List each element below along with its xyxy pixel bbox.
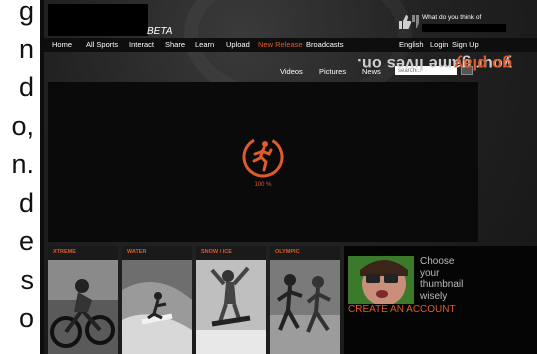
category-xtreme[interactable]: XTREME — [48, 246, 118, 354]
feedback-field[interactable] — [422, 24, 506, 32]
category-snow-ice[interactable]: SNOW / ICE — [196, 246, 266, 354]
surfer-photo — [122, 260, 192, 354]
text-fragment: g — [18, 0, 34, 26]
create-account-link[interactable]: CREATE AN ACCOUNT — [348, 304, 456, 315]
text-fragment: o — [18, 303, 34, 333]
biker-photo — [48, 260, 118, 354]
nav-login[interactable]: Login — [430, 40, 448, 49]
nav-all-sports[interactable]: All Sports — [86, 40, 118, 49]
category-olympic[interactable]: OLYMPIC — [270, 246, 340, 354]
feedback-label: What do you think of — [422, 14, 482, 21]
choose-thumbnail-text: Choose your thumbnail wisely — [420, 256, 464, 302]
thumbs-up-down-icon[interactable] — [398, 14, 420, 30]
text-fragment: d — [18, 188, 34, 218]
nav-upload[interactable]: Upload — [226, 40, 250, 49]
nav-interact[interactable]: Interact — [129, 40, 154, 49]
text-fragment: d — [18, 72, 34, 102]
main-nav: Home All Sports Interact Share Learn Upl… — [44, 38, 537, 52]
loading-percent: 100 % — [254, 182, 272, 188]
nav-new-release[interactable]: New Release — [258, 40, 303, 49]
text-fragment: s — [20, 265, 35, 295]
nav-sign-up[interactable]: Sign Up — [452, 40, 479, 49]
category-water[interactable]: WATER — [122, 246, 192, 354]
text-fragment: n. — [11, 149, 34, 179]
category-label: XTREME — [48, 246, 118, 260]
beta-label: BETA — [147, 26, 173, 37]
category-label: SNOW / ICE — [196, 246, 266, 260]
nav-home[interactable]: Home — [52, 40, 72, 49]
text-fragment: o, — [11, 111, 34, 141]
page-text-strip: g n d o, n. d e s o — [0, 0, 40, 354]
site-logo[interactable] — [48, 4, 148, 36]
tagline-accent: go play — [453, 55, 512, 72]
nav-english[interactable]: English — [399, 40, 424, 49]
subnav-videos[interactable]: Videos — [280, 67, 303, 76]
category-tiles: XTREME WATER SNOW / ICE OLYMPIC — [48, 246, 340, 354]
subnav-pictures[interactable]: Pictures — [319, 67, 346, 76]
text-fragment: e — [18, 226, 34, 256]
nav-learn[interactable]: Learn — [195, 40, 214, 49]
category-label: OLYMPIC — [270, 246, 340, 260]
nav-share[interactable]: Share — [165, 40, 185, 49]
thumbnail-avatar-photo[interactable] — [348, 256, 414, 304]
site-frame: BETA What do you think of Home All Sport… — [44, 0, 537, 354]
text-fragment: n — [18, 34, 34, 64]
loading-runner-icon — [242, 136, 284, 178]
snowboarder-photo — [196, 260, 266, 354]
runners-photo — [270, 260, 340, 354]
account-promo: Choose your thumbnail wisely CREATE AN A… — [344, 246, 537, 354]
video-player[interactable]: 100 % — [48, 82, 478, 242]
nav-broadcasts[interactable]: Broadcasts — [306, 40, 344, 49]
category-label: WATER — [122, 246, 192, 260]
